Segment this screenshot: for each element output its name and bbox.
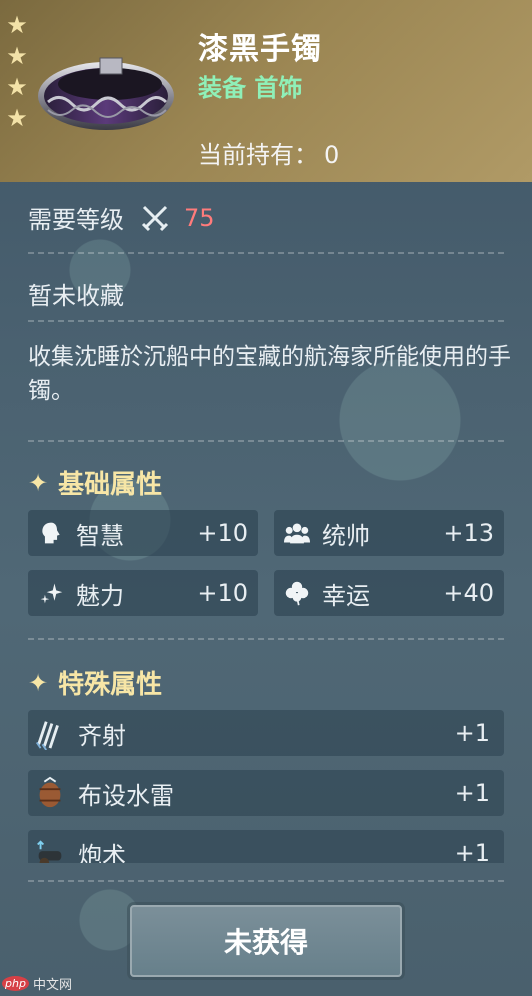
- collection-status: 暂未收藏: [28, 282, 124, 310]
- divider: [28, 638, 504, 640]
- item-description: 收集沈睡於沉船中的宝藏的航海家所能使用的手镯。: [28, 344, 511, 404]
- owned-label: 当前持有：: [198, 141, 318, 169]
- owned-value: 0: [324, 141, 340, 169]
- basic-attributes-title: ✦ 基础属性: [28, 468, 163, 501]
- watermark-logo: php: [2, 976, 29, 991]
- stat-wisdom: 智慧 +10: [28, 510, 258, 556]
- divider: [28, 252, 504, 254]
- special-gunnery: 炮术 +1: [28, 830, 504, 863]
- item-header: ★ ★ ★ ★ 漆黑手镯 装备 首饰 当前持有： 0: [0, 0, 532, 182]
- star-icon: ★: [6, 42, 28, 70]
- head-icon: [36, 518, 66, 548]
- rarity-stars: ★ ★ ★ ★: [6, 11, 30, 138]
- sparkle-icon: [36, 578, 66, 608]
- crossed-swords-icon: [141, 205, 169, 231]
- item-category: 装备 首饰: [198, 74, 303, 102]
- item-title: 漆黑手镯: [198, 32, 322, 67]
- divider: [28, 880, 504, 882]
- level-label: 需要等级: [28, 206, 124, 234]
- group-icon: [282, 518, 312, 548]
- divider: [28, 440, 504, 442]
- special-lay-mines: 布设水雷 +1: [28, 770, 504, 816]
- stat-command: 统帅 +13: [274, 510, 504, 556]
- not-obtained-button[interactable]: 未获得: [130, 905, 402, 977]
- special-volley: 齐射 +1: [28, 710, 504, 756]
- special-attributes-list[interactable]: 齐射 +1 布设水雷 +1 炮术 +1: [0, 705, 532, 863]
- mine-barrel-icon: [32, 775, 68, 811]
- bracelet-image: [38, 57, 174, 130]
- divider: [28, 320, 504, 322]
- level-requirement: 需要等级 75: [28, 200, 215, 235]
- watermark-text: 中文网: [32, 978, 72, 993]
- stat-charm: 魅力 +10: [28, 570, 258, 616]
- special-attributes-title: ✦ 特殊属性: [28, 668, 163, 701]
- star-icon: ★: [6, 73, 28, 101]
- sparkle-icon: ✦: [28, 668, 49, 697]
- clover-icon: [282, 578, 312, 608]
- level-value: 75: [184, 203, 215, 232]
- star-icon: ★: [6, 104, 28, 132]
- sparkle-icon: ✦: [28, 468, 49, 497]
- star-icon: ★: [6, 11, 28, 39]
- stat-luck: 幸运 +40: [274, 570, 504, 616]
- cannon-icon: [32, 835, 68, 863]
- watermark: php 中文网: [2, 974, 72, 993]
- volley-icon: [32, 715, 68, 751]
- owned-count: 当前持有： 0: [198, 135, 339, 170]
